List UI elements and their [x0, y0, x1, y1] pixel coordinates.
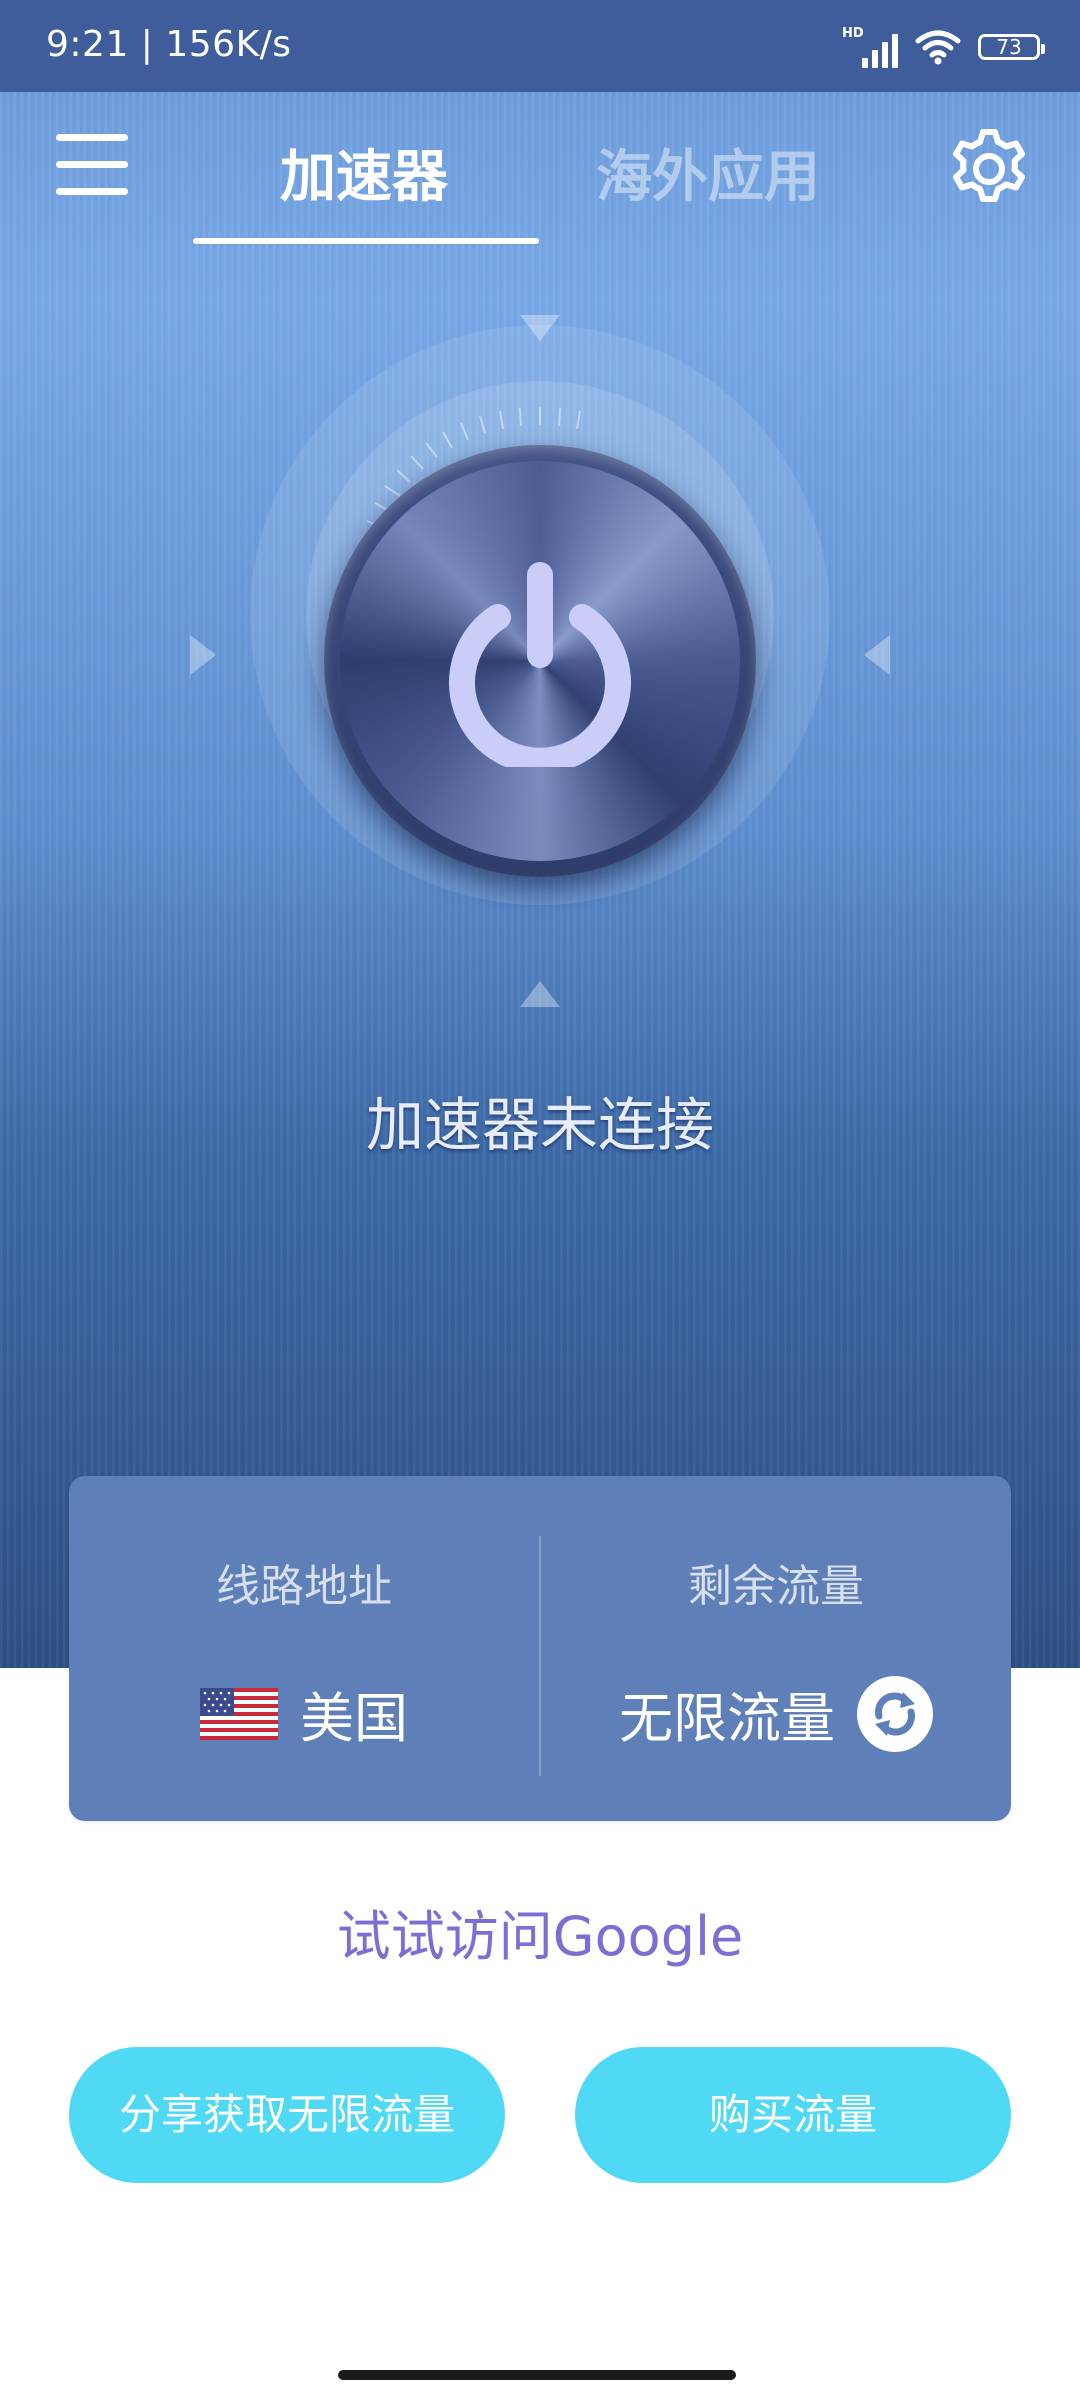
active-tab-indicator [193, 238, 539, 244]
gear-icon [953, 129, 1025, 202]
home-indicator[interactable] [338, 2370, 736, 2380]
status-bar: 9:21 | 156K/s HD 73 [0, 0, 1080, 92]
buy-traffic-button[interactable]: 购买流量 [575, 2047, 1011, 2183]
info-card: 线路地址 美国 剩余流量 无限流量 [69, 1476, 1011, 1821]
menu-icon-line [56, 161, 128, 168]
traffic-label: 剩余流量 [688, 1561, 864, 1612]
network-badge: HD [842, 26, 864, 41]
battery-icon: 73 [978, 34, 1045, 60]
menu-icon-line [56, 188, 128, 195]
us-flag-icon [200, 1687, 278, 1740]
tab-overseas-apps[interactable]: 海外应用 [596, 132, 820, 213]
try-google-link[interactable]: 试试访问Google [0, 1892, 1080, 1971]
menu-button[interactable] [56, 134, 128, 204]
power-dial [190, 315, 890, 1015]
menu-icon [56, 134, 128, 141]
share-unlimited-button[interactable]: 分享获取无限流量 [69, 2047, 505, 2183]
tab-accelerator[interactable]: 加速器 [280, 132, 448, 213]
signal-icon: HD [842, 26, 898, 68]
power-icon [449, 562, 631, 767]
app-header: 加速器 海外应用 [0, 92, 1080, 244]
battery-level: 73 [996, 35, 1022, 59]
dial-arrow-right [864, 635, 890, 675]
route-value: 美国 [300, 1687, 408, 1750]
connection-status: 加速器未连接 [365, 1091, 714, 1159]
route-section[interactable]: 线路地址 美国 [69, 1476, 539, 1821]
dial-arrow-top [520, 315, 560, 341]
dial-arrow-bottom [520, 981, 560, 1007]
screen: 9:21 | 156K/s HD 73 加速器 海外应用 加速器未连接 线路地址… [0, 0, 1080, 2400]
refresh-button[interactable] [857, 1675, 933, 1752]
traffic-value: 无限流量 [619, 1687, 835, 1750]
route-value-row: 美国 [69, 1674, 539, 1753]
dial-arrow-left [190, 635, 216, 675]
refresh-icon [875, 1691, 915, 1736]
route-label: 线路地址 [216, 1561, 392, 1612]
traffic-section: 剩余流量 无限流量 [541, 1476, 1011, 1821]
wifi-icon [915, 30, 961, 65]
status-icons: HD 73 [842, 26, 1045, 68]
power-button[interactable] [324, 445, 756, 877]
traffic-value-row: 无限流量 [541, 1674, 1011, 1753]
settings-button[interactable] [944, 124, 1034, 214]
status-time: 9:21 | 156K/s [46, 24, 292, 65]
